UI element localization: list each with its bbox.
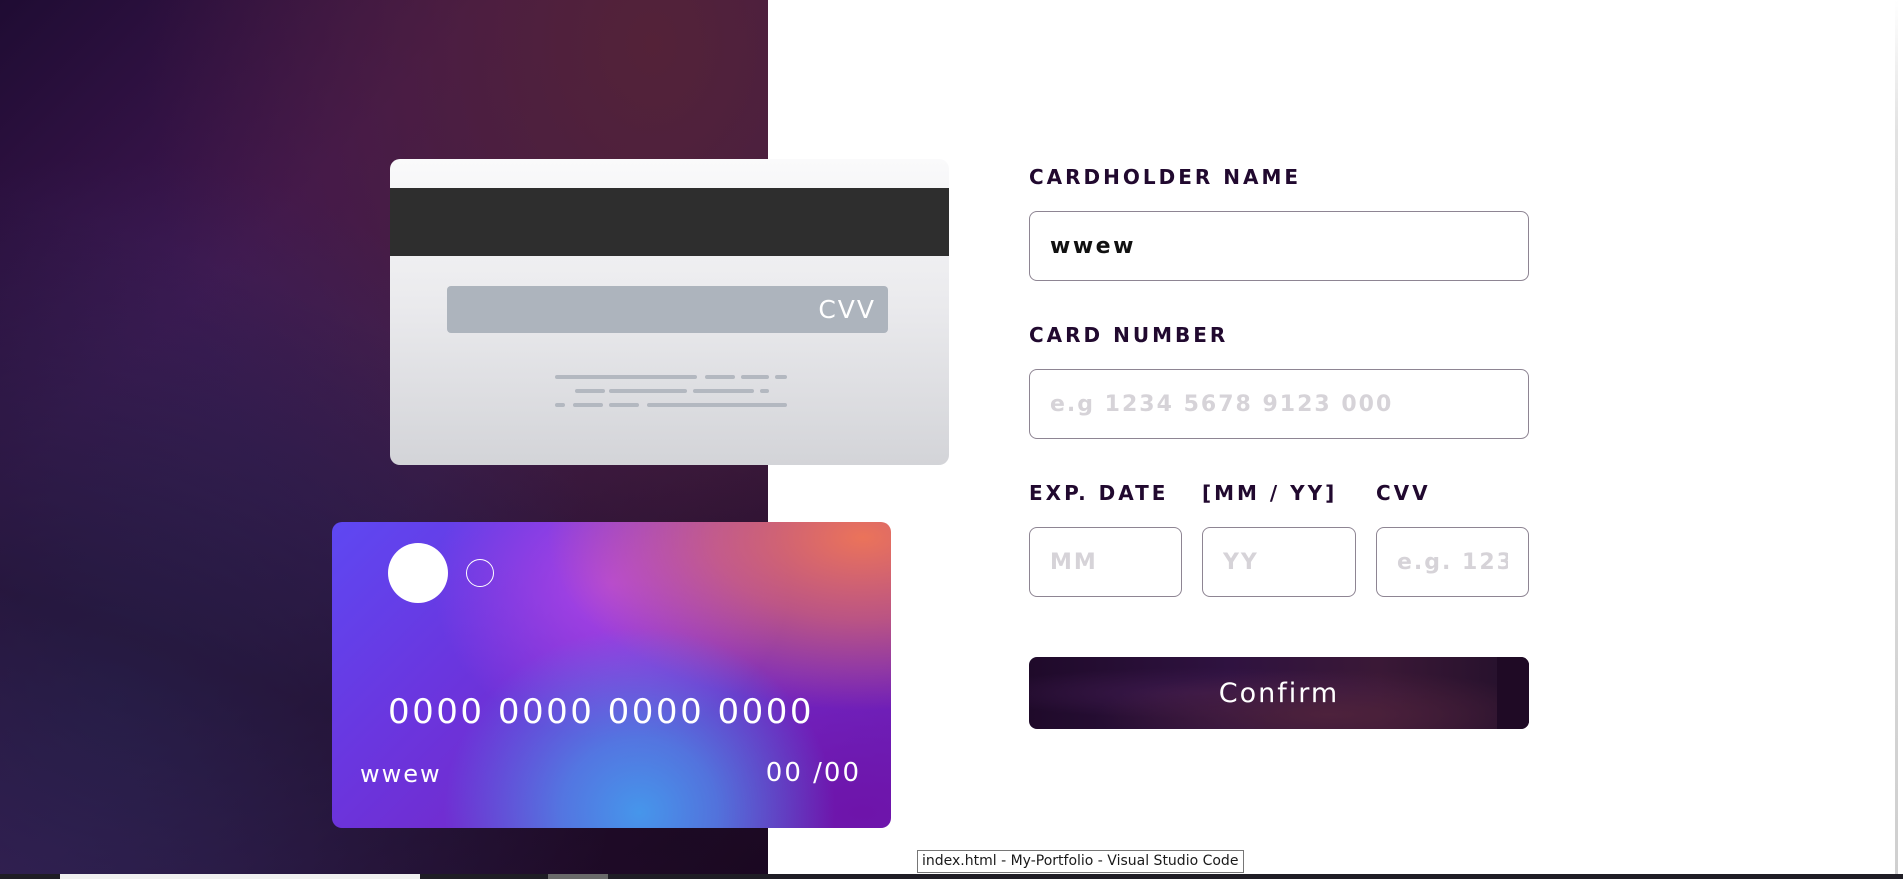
cardholder-name-label: CARDHOLDER NAME (1029, 165, 1302, 189)
taskbar-tooltip: index.html - My-Portfolio - Visual Studi… (917, 850, 1245, 873)
cvv-input[interactable] (1376, 527, 1529, 597)
exp-format-label: [MM / YY] (1202, 481, 1338, 505)
card-back-cvv-label: CVV (818, 295, 876, 324)
card-front-expiry: 00 /00 (765, 758, 861, 788)
taskbar-segment[interactable] (548, 874, 608, 879)
exp-month-input[interactable] (1029, 527, 1182, 597)
card-number-input[interactable] (1029, 369, 1529, 439)
magnetic-stripe (390, 188, 949, 256)
taskbar-segment[interactable] (60, 874, 420, 879)
card-front-number: 0000 0000 0000 0000 (388, 692, 815, 732)
cvv-label: CVV (1376, 481, 1431, 505)
card-front-holder-name: wwew (360, 760, 442, 788)
confirm-button-edge (1497, 657, 1529, 729)
card-back: CVV (390, 159, 949, 465)
exp-date-label: EXP. DATE (1029, 481, 1169, 505)
card-back-fine-print-decoration (555, 375, 787, 407)
card-front: 0000 0000 0000 0000 wwew 00 /00 (332, 522, 891, 828)
card-number-label: CARD NUMBER (1029, 323, 1229, 347)
exp-year-input[interactable] (1202, 527, 1356, 597)
page-scrollbar[interactable] (1895, 0, 1898, 879)
card-logo-outline-circle-icon (466, 559, 494, 587)
card-back-cvv-box: CVV (447, 286, 888, 333)
cardholder-name-input[interactable] (1029, 211, 1529, 281)
taskbar (0, 874, 1903, 879)
card-logo-filled-circle-icon (388, 543, 448, 603)
confirm-button-label: Confirm (1218, 677, 1340, 709)
confirm-button[interactable]: Confirm (1029, 657, 1529, 729)
